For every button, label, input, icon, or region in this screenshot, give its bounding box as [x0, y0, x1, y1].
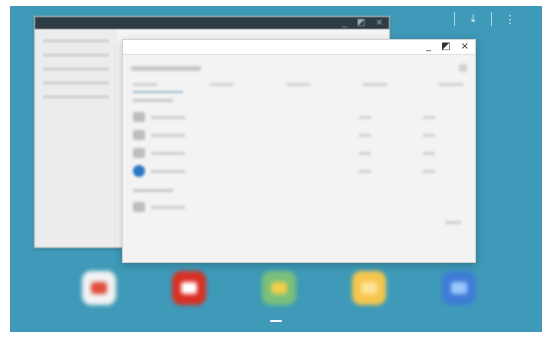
list-item-main: [133, 165, 185, 177]
status-divider: [491, 12, 492, 26]
sidebar-line: [43, 81, 109, 85]
content-title: [131, 65, 201, 71]
item-label: [151, 169, 185, 173]
youtube-icon-glyph: [181, 282, 197, 294]
app-icon-red[interactable]: [482, 45, 516, 79]
list-item-main: [133, 202, 185, 212]
minimize-icon[interactable]: _: [426, 41, 431, 53]
item-label: [151, 151, 185, 155]
item-value: [359, 133, 371, 137]
list-item[interactable]: [133, 111, 463, 123]
item-values: [359, 151, 463, 155]
app-dock: [54, 267, 504, 309]
section-label: [133, 189, 173, 192]
active-column-indicator: [133, 91, 183, 93]
foreground-window-content: [123, 55, 475, 262]
column-headers: [133, 83, 463, 86]
notes-icon-glyph: [361, 282, 377, 294]
internet-icon-glyph: [451, 282, 467, 294]
close-icon[interactable]: ×: [375, 18, 383, 28]
item-label: [151, 115, 185, 119]
calendar-icon-glyph: [91, 282, 107, 294]
column-header[interactable]: [209, 83, 234, 86]
content-header: [131, 61, 467, 75]
status-divider: [454, 12, 455, 26]
column-header[interactable]: [362, 83, 387, 86]
item-label: [151, 133, 185, 137]
item-value: [423, 133, 435, 137]
content-menu-icon[interactable]: [459, 64, 467, 72]
overflow-menu-icon[interactable]: ⋮: [502, 13, 518, 26]
maps-icon-glyph: [271, 282, 287, 294]
youtube-icon[interactable]: [172, 271, 206, 305]
sidebar-line: [43, 53, 109, 57]
home-button[interactable]: [270, 320, 282, 322]
item-value: [423, 169, 435, 173]
foreground-window-titlebar: _ ◩ ×: [123, 40, 475, 55]
item-value: [359, 169, 371, 173]
item-value: [359, 151, 371, 155]
list-item-main: [133, 148, 185, 158]
item-icon: [133, 165, 145, 177]
item-value: [423, 115, 435, 119]
item-label: [151, 205, 185, 209]
item-icon: [133, 148, 145, 158]
sidebar-line: [43, 67, 109, 71]
column-header[interactable]: [133, 83, 157, 86]
sidebar-line: [43, 95, 109, 99]
list-item[interactable]: [133, 201, 463, 213]
app-icon-blue[interactable]: [482, 102, 516, 136]
play-store-icon[interactable]: [482, 156, 516, 190]
list-item[interactable]: [133, 165, 463, 177]
close-icon[interactable]: ×: [461, 41, 469, 53]
internet-icon[interactable]: [442, 271, 476, 305]
item-values: [359, 115, 463, 119]
background-window-sidebar: [35, 29, 117, 247]
column-header[interactable]: [439, 83, 463, 86]
background-window-titlebar: _ ◩ ×: [35, 17, 389, 29]
desktop-wallpaper: ⤓ ⋮ _ ◩ × _ ◩ ×: [10, 6, 542, 332]
item-icon: [133, 130, 145, 140]
section-label: [133, 99, 173, 102]
list-item[interactable]: [133, 147, 463, 159]
bottom-note: [445, 221, 461, 224]
item-icon: [133, 112, 145, 122]
status-icons: ⤓ ⋮: [454, 12, 518, 26]
maximize-icon[interactable]: ◩: [357, 18, 366, 28]
maximize-icon[interactable]: ◩: [441, 41, 450, 53]
list-item-main: [133, 130, 185, 140]
item-values: [359, 133, 463, 137]
minimize-icon[interactable]: _: [342, 18, 347, 28]
item-icon: [133, 202, 145, 212]
maps-icon[interactable]: [262, 271, 296, 305]
calendar-icon[interactable]: [82, 271, 116, 305]
sidebar-line: [43, 39, 109, 43]
item-value: [359, 115, 371, 119]
list-item[interactable]: [133, 129, 463, 141]
download-icon[interactable]: ⤓: [465, 12, 481, 26]
list-item-main: [133, 112, 185, 122]
item-values: [359, 169, 463, 173]
notes-icon[interactable]: [352, 271, 386, 305]
navigation-bar: [10, 310, 542, 332]
item-value: [423, 151, 435, 155]
foreground-window[interactable]: _ ◩ ×: [122, 39, 476, 263]
column-header[interactable]: [286, 83, 310, 86]
chrome-icon[interactable]: [482, 210, 516, 244]
